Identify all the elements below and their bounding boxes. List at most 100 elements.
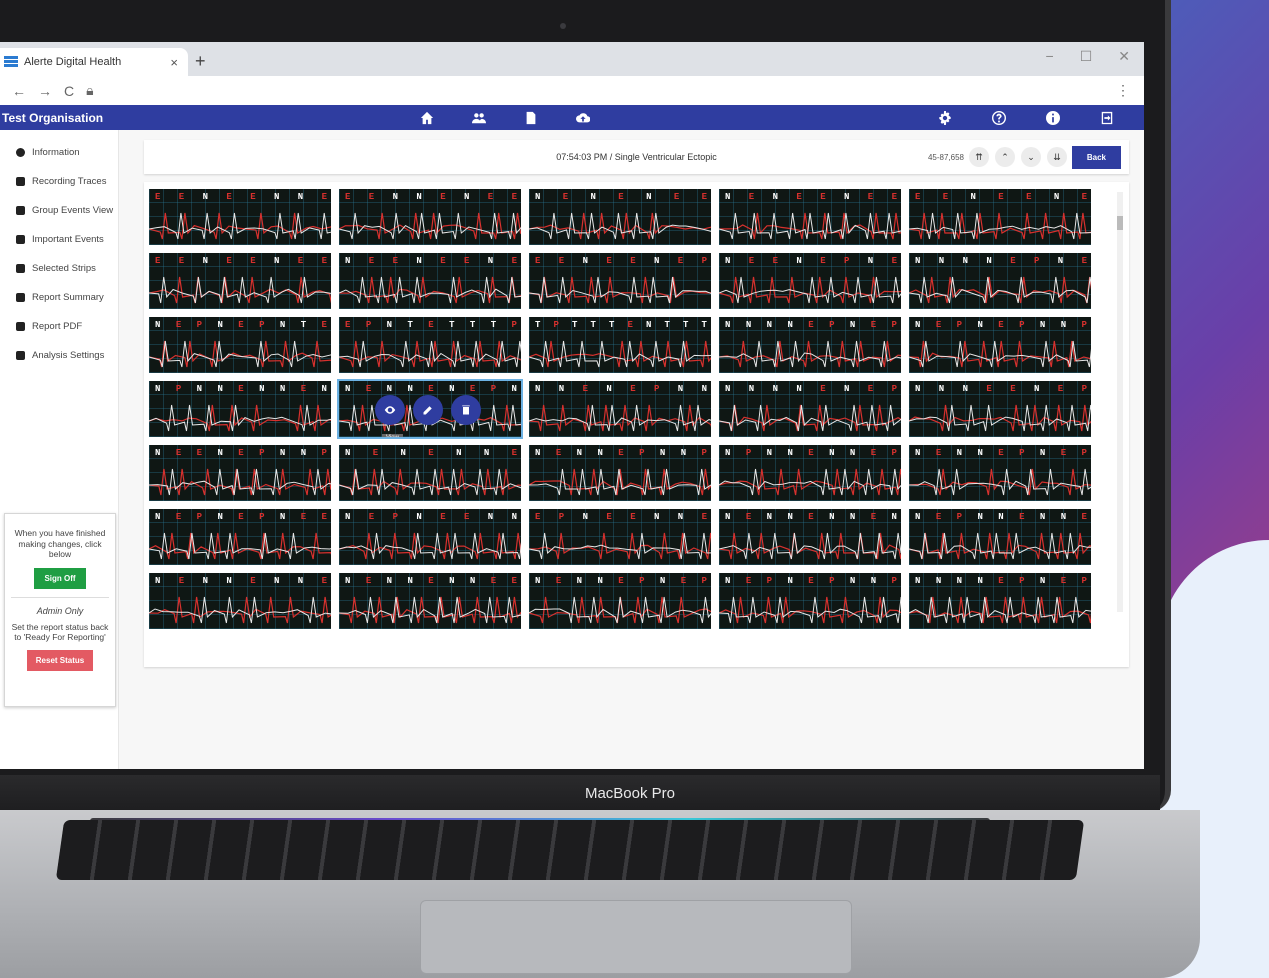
sidebar-item-report-summary[interactable]: Report Summary bbox=[0, 283, 118, 312]
new-tab-button[interactable]: + bbox=[195, 51, 206, 72]
beat-label: E bbox=[1010, 256, 1016, 266]
ecg-strip[interactable]: EENEENEE bbox=[149, 253, 331, 309]
ecg-strip[interactable]: NEPNEPNNP bbox=[909, 317, 1091, 373]
ecg-strip[interactable]: EENEENE bbox=[909, 189, 1091, 245]
ecg-waveform bbox=[529, 596, 711, 624]
ecg-strip[interactable]: NEPNEPNNP bbox=[719, 573, 901, 629]
close-window-button[interactable]: ✕ bbox=[1118, 48, 1130, 65]
ecg-strip[interactable]: NEENEPNE bbox=[719, 253, 901, 309]
ecg-strip[interactable]: NENNEPNNP bbox=[529, 445, 711, 501]
ecg-strip[interactable]: NENNENNEN bbox=[719, 509, 901, 565]
view-icon[interactable] bbox=[375, 395, 405, 425]
beat-label: N bbox=[321, 384, 327, 394]
forward-arrow-icon[interactable]: → bbox=[38, 83, 52, 99]
reset-status-button[interactable]: Reset Status bbox=[26, 650, 94, 672]
ecg-strip[interactable]: NEPNNENNE bbox=[909, 509, 1091, 565]
beat-labels: NNNNENEP bbox=[725, 384, 897, 394]
ecg-trace bbox=[339, 596, 521, 624]
sidebar-item-selected-strips[interactable]: Selected Strips bbox=[0, 254, 118, 283]
beat-label: E bbox=[428, 320, 434, 330]
ecg-strip[interactable]: NEENEPNNP bbox=[149, 445, 331, 501]
ecg-strip[interactable]: EENEENNE bbox=[149, 189, 331, 245]
tab-close-icon[interactable]: × bbox=[170, 55, 178, 70]
ecg-strip[interactable]: NEPNEPNEE bbox=[149, 509, 331, 565]
beat-label: E bbox=[606, 256, 612, 266]
ecg-strip[interactable]: NENENNE bbox=[339, 445, 521, 501]
reload-icon[interactable]: C bbox=[64, 83, 74, 99]
beat-label: N bbox=[725, 384, 731, 394]
ecg-strip[interactable]: NENENEE bbox=[529, 189, 711, 245]
beat-label: N bbox=[400, 448, 406, 458]
prev-icon[interactable]: ⌃ bbox=[995, 147, 1015, 167]
help-icon[interactable] bbox=[992, 110, 1006, 125]
beat-label: P bbox=[511, 320, 517, 330]
beat-label: E bbox=[321, 576, 327, 586]
edit-icon[interactable] bbox=[413, 395, 443, 425]
ecg-strip[interactable]: NEENEENE bbox=[339, 253, 521, 309]
ecg-trace bbox=[149, 468, 331, 496]
sidebar-item-label: Selected Strips bbox=[32, 263, 96, 274]
ecg-strip[interactable]: NENNENNE bbox=[149, 573, 331, 629]
ecg-strip[interactable]: NNNNENEP bbox=[719, 381, 901, 437]
scrollbar-thumb[interactable] bbox=[1117, 216, 1123, 230]
view-tooltip: View bbox=[382, 434, 403, 437]
browser-tab[interactable]: Alerte Digital Health × bbox=[0, 48, 188, 76]
ecg-strip[interactable]: N E N N E N E P N View bbox=[337, 379, 523, 439]
delete-icon[interactable] bbox=[451, 395, 481, 425]
beat-label: N bbox=[273, 576, 280, 586]
sidebar-item-group-events[interactable]: Group Events View bbox=[0, 196, 118, 225]
ecg-strip[interactable]: NENNEPNEP bbox=[909, 445, 1091, 501]
ecg-strip[interactable]: NNNEENEP bbox=[909, 381, 1091, 437]
first-page-icon[interactable]: ⇈ bbox=[969, 147, 989, 167]
home-icon[interactable] bbox=[420, 111, 434, 125]
ecg-strip[interactable]: NENNENNEE bbox=[339, 573, 521, 629]
sidebar-item-analysis-settings[interactable]: Analysis Settings bbox=[0, 341, 118, 370]
ecg-strip[interactable]: NPNNENNEN bbox=[149, 381, 331, 437]
beat-label: E bbox=[745, 576, 752, 586]
ecg-strip[interactable]: NNNNEPNEP bbox=[909, 573, 1091, 629]
pdf-icon bbox=[16, 322, 25, 331]
ecg-strip[interactable]: NPNNENNEP bbox=[719, 445, 901, 501]
minimize-button[interactable]: − bbox=[1046, 48, 1054, 65]
ecg-strip[interactable]: EPNEENNE bbox=[529, 509, 711, 565]
sidebar-item-recording-traces[interactable]: Recording Traces bbox=[0, 167, 118, 196]
ecg-strip[interactable]: EPNTETTTP bbox=[339, 317, 521, 373]
reset-message: Set the report status back to 'Ready For… bbox=[11, 621, 109, 643]
users-icon[interactable] bbox=[472, 111, 486, 125]
ecg-strip[interactable]: NENNEPNEP bbox=[529, 573, 711, 629]
beat-label: E bbox=[998, 448, 1004, 458]
document-icon[interactable] bbox=[524, 111, 538, 125]
scrollbar[interactable] bbox=[1117, 192, 1123, 612]
beat-label: E bbox=[178, 192, 185, 202]
maximize-button[interactable]: ☐ bbox=[1080, 48, 1093, 65]
sidebar-item-report-pdf[interactable]: Report PDF bbox=[0, 312, 118, 341]
ecg-strip[interactable]: NEPNEENN bbox=[339, 509, 521, 565]
beat-labels: NENNEPNNP bbox=[535, 448, 707, 458]
ecg-strip[interactable]: NNNNEPNE bbox=[909, 253, 1091, 309]
gear-icon[interactable] bbox=[938, 110, 952, 125]
browser-menu-icon[interactable]: ⋮ bbox=[1116, 82, 1130, 99]
back-button[interactable]: Back bbox=[1071, 145, 1121, 169]
beat-label: N bbox=[956, 448, 963, 458]
back-arrow-icon[interactable]: ← bbox=[12, 83, 26, 99]
logout-icon[interactable] bbox=[1100, 111, 1114, 125]
last-page-icon[interactable]: ⇊ bbox=[1047, 147, 1067, 167]
ecg-strip[interactable]: NENEENEE bbox=[719, 189, 901, 245]
ecg-strip[interactable]: NNNNEPNEP bbox=[719, 317, 901, 373]
ecg-strip[interactable]: NEPNEPNTE bbox=[149, 317, 331, 373]
ecg-strip[interactable]: TPTTTENTTT bbox=[529, 317, 711, 373]
ecg-strip[interactable]: EENNENEE bbox=[339, 189, 521, 245]
ecg-strip[interactable]: EENEENEP bbox=[529, 253, 711, 309]
sign-off-button[interactable]: Sign Off bbox=[34, 567, 86, 589]
beat-label: E bbox=[618, 576, 624, 586]
beat-label: T bbox=[590, 320, 596, 330]
cloud-upload-icon[interactable] bbox=[576, 111, 590, 125]
info-icon[interactable] bbox=[1046, 110, 1060, 125]
beat-label: P bbox=[745, 448, 752, 458]
ecg-strip[interactable]: NNENEPNN bbox=[529, 381, 711, 437]
sidebar-item-important-events[interactable]: Important Events bbox=[0, 225, 118, 254]
beat-label: N bbox=[787, 448, 793, 458]
sidebar-item-information[interactable]: Information bbox=[0, 138, 118, 167]
next-icon[interactable]: ⌄ bbox=[1021, 147, 1041, 167]
beat-label: N bbox=[962, 256, 968, 266]
